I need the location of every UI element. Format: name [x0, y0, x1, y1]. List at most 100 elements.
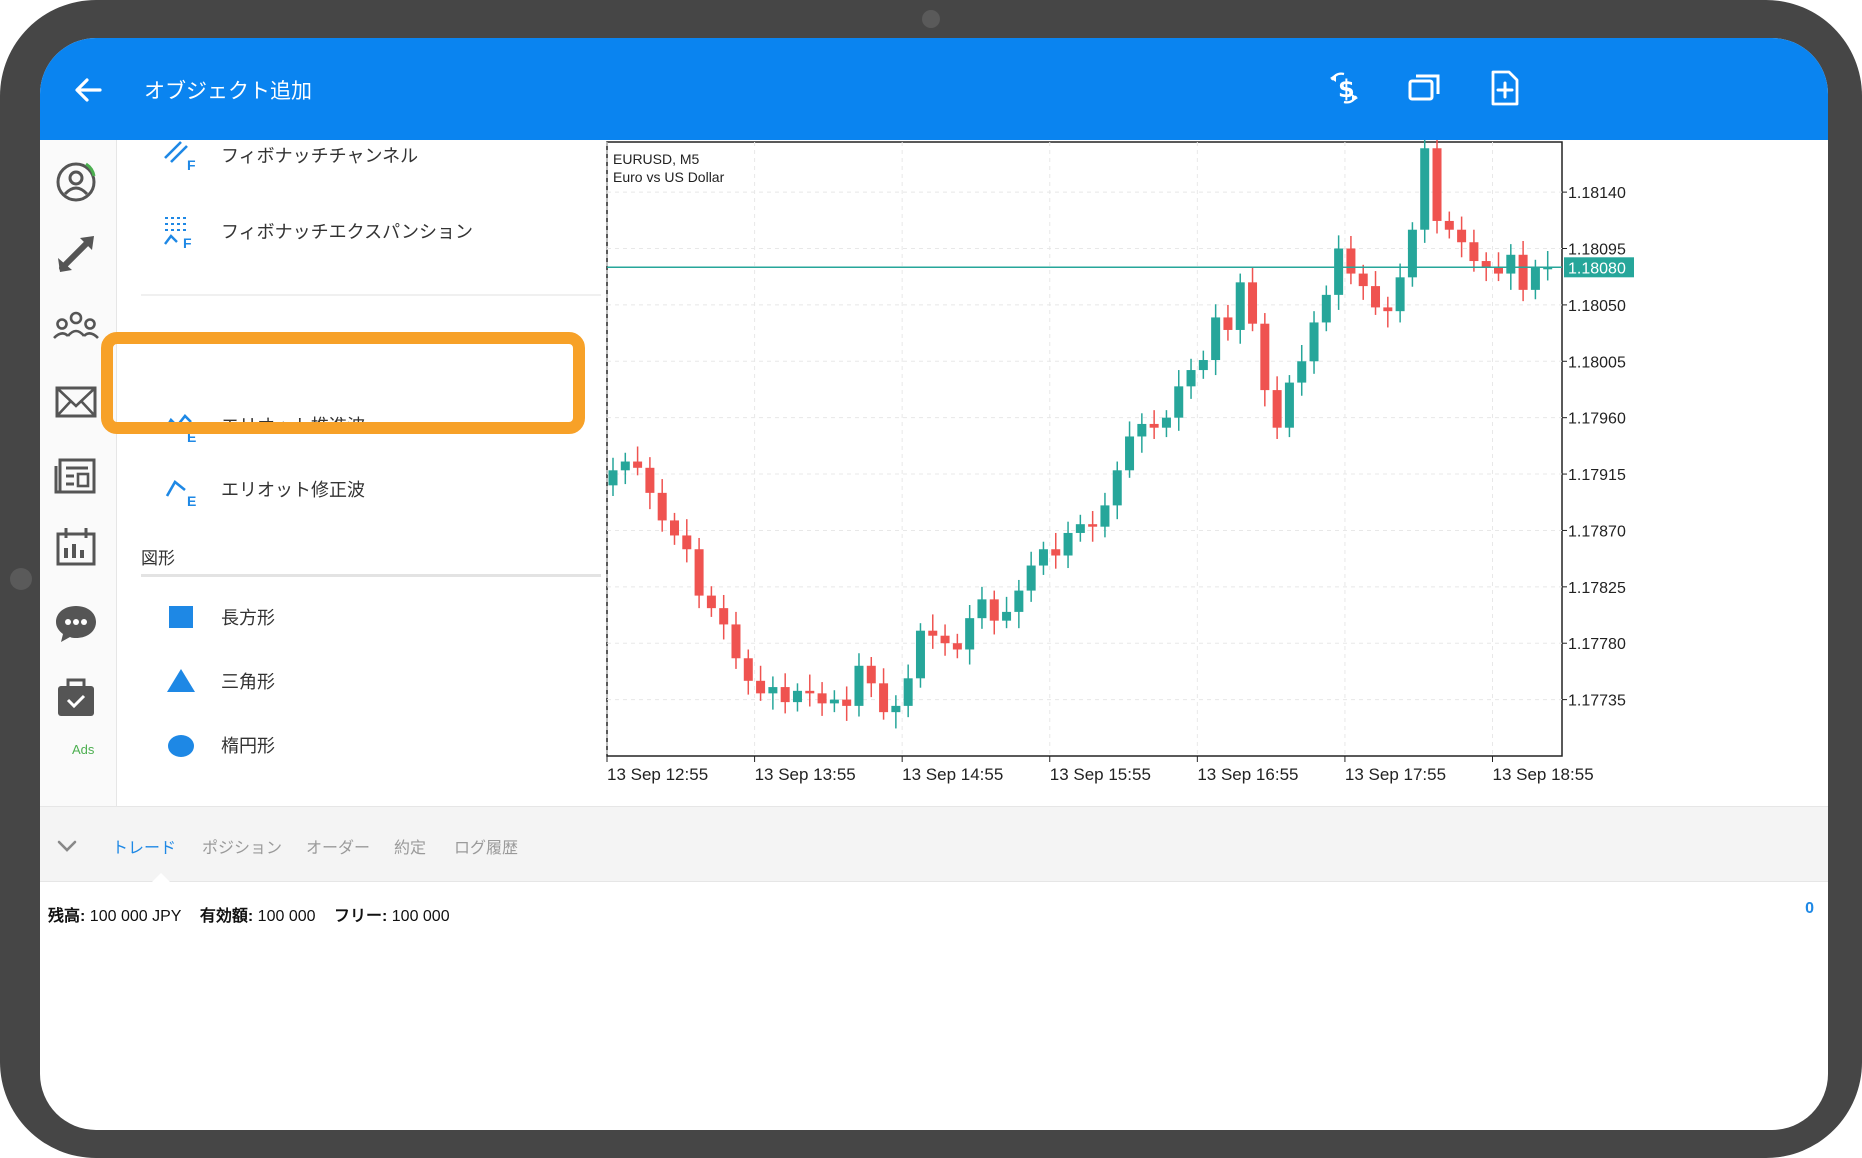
market-bag-icon[interactable] [50, 670, 102, 722]
candle-body [1444, 220, 1454, 230]
news-icon[interactable] [50, 450, 102, 502]
equity-value: 100 000 [257, 908, 316, 925]
y-tick-label: 1.18095 [1568, 242, 1626, 259]
tab-orders[interactable]: オーダー [306, 834, 370, 858]
candle-body [1112, 470, 1122, 506]
section-header-shapes: 図形 [141, 549, 175, 569]
x-tick-label: 13 Sep 18:55 [1493, 765, 1594, 784]
candle-body [989, 599, 999, 621]
rectangle-icon [169, 606, 193, 628]
candle-body [1309, 322, 1319, 362]
community-icon[interactable] [50, 302, 102, 354]
list-item-fibonacci-expansion[interactable]: F フィボナッチエクスパンション [117, 200, 601, 260]
candle-body [1469, 242, 1479, 262]
section-divider [141, 294, 601, 296]
candle-body [743, 658, 753, 681]
window-switch-icon[interactable] [1404, 68, 1444, 108]
candle-body [756, 680, 766, 694]
app-bar: オブジェクト追加 $ [40, 38, 1828, 140]
x-tick-label: 13 Sep 14:55 [902, 765, 1003, 784]
candle-body [1051, 549, 1061, 556]
candle-body [1530, 267, 1540, 290]
list-item-label: 三角形 [221, 672, 275, 693]
free-margin-value: 100 000 [391, 908, 450, 925]
back-arrow-icon[interactable] [70, 72, 106, 108]
ellipse-icon [168, 735, 194, 757]
list-item-triangle[interactable]: 三角形 [117, 650, 601, 710]
candle-body [1100, 505, 1110, 527]
elliott-correction-wave-icon: E [165, 480, 196, 508]
candle-body [657, 492, 667, 521]
list-item-ellipse[interactable]: 楕円形 [117, 714, 601, 774]
mail-icon[interactable] [50, 376, 102, 428]
y-tick-label: 1.17960 [1568, 411, 1626, 428]
object-list-panel: F フィボナッチチャンネル F フィボナッチエクスパンション E エリオット推進… [117, 140, 601, 806]
chat-icon[interactable] [50, 598, 102, 650]
candle-body [977, 599, 987, 619]
candle-body [1272, 390, 1282, 428]
candle-body [719, 608, 729, 625]
candle-body [1002, 611, 1012, 621]
candle-body [1407, 229, 1417, 278]
tablet-frame: オブジェクト追加 $ Ads F フィボナッチチャンネル F フィボナッチエクス… [0, 0, 1862, 1158]
one-click-trading-icon[interactable]: $ [1324, 68, 1364, 108]
candle-body [879, 683, 889, 713]
candle-body [1026, 565, 1036, 591]
candle-body [817, 693, 827, 704]
svg-text:F: F [187, 157, 196, 173]
candle-body [1297, 361, 1307, 383]
chart-symbol-info: EURUSD, M5 Euro vs US Dollar [613, 150, 724, 186]
chevron-down-icon[interactable] [54, 833, 80, 859]
candle-body [829, 699, 839, 704]
price-chart[interactable]: 1.18140 1.18095 1.18050 1.18005 1.17960 1.179… [601, 140, 1828, 806]
candle-body [792, 690, 802, 703]
list-item-elliott-correction[interactable]: E エリオット修正波 [117, 458, 601, 518]
current-price-label: 1.18080 [1568, 260, 1626, 277]
balance-value: 100 000 JPY [89, 908, 182, 925]
tab-trade[interactable]: トレード [112, 834, 176, 858]
candle-body [1383, 307, 1393, 312]
y-tick-label: 1.17735 [1568, 693, 1626, 710]
candle-body [903, 678, 913, 706]
candle-body [1494, 267, 1504, 274]
section-divider [141, 574, 601, 577]
candle-body [1321, 294, 1331, 323]
candle-body [1125, 436, 1135, 471]
candle-body [1174, 386, 1184, 418]
trade-arrows-icon[interactable] [50, 228, 102, 280]
list-item-rectangle[interactable]: 長方形 [117, 586, 601, 646]
add-object-file-icon[interactable] [1484, 68, 1524, 108]
svg-text:F: F [183, 235, 192, 250]
y-tick-label: 1.17870 [1568, 523, 1626, 540]
candle-body [1038, 549, 1048, 566]
candle-body [1235, 282, 1245, 330]
y-tick-label: 1.18005 [1568, 354, 1626, 371]
candle-body [1346, 248, 1356, 274]
candle-body [1137, 423, 1147, 437]
tab-log[interactable]: ログ履歴 [454, 834, 518, 858]
candle-body [1063, 532, 1073, 556]
candle-body [669, 520, 679, 536]
candle-body [805, 690, 815, 694]
list-item-label: フィボナッチチャンネル [221, 146, 419, 167]
balance-label: 残高: [48, 908, 86, 925]
tab-positions[interactable]: ポジション [202, 834, 282, 858]
candlestick-chart[interactable]: 1.18140 1.18095 1.18050 1.18005 1.17960 1.179… [601, 140, 1828, 806]
list-item-fibonacci-channel[interactable]: F フィボナッチチャンネル [117, 140, 601, 200]
candle-body [1260, 323, 1270, 391]
ads-label: Ads [72, 742, 95, 757]
chart-description: Euro vs US Dollar [613, 169, 725, 185]
quotes-profile-icon[interactable] [50, 156, 102, 208]
candle-body [928, 630, 938, 636]
candle-body [952, 643, 962, 650]
free-margin-label: フリー: [333, 908, 388, 925]
tab-deals[interactable]: 約定 [394, 834, 426, 858]
candle-body [645, 467, 655, 493]
candle-body [1334, 248, 1344, 295]
x-tick-label: 13 Sep 13:55 [755, 765, 856, 784]
economic-calendar-icon[interactable] [50, 522, 102, 574]
list-item-label: 楕円形 [221, 736, 275, 757]
y-tick-label: 1.17825 [1568, 580, 1626, 597]
positions-count: 0 [1805, 900, 1814, 917]
candle-body [1248, 282, 1258, 324]
